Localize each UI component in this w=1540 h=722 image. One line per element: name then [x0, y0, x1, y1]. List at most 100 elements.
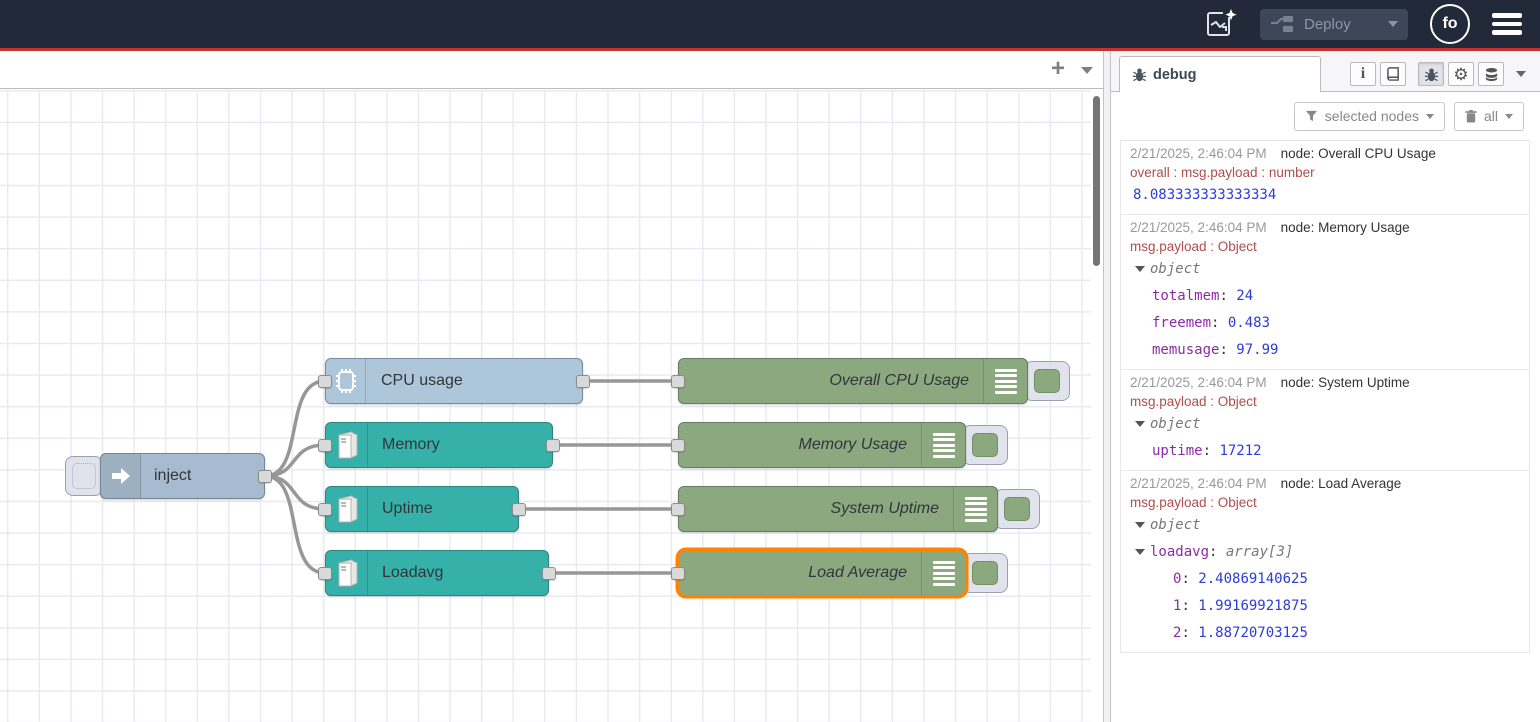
message-source-node: node: System Uptime: [1281, 373, 1410, 392]
port-out-loadavg[interactable]: [542, 567, 556, 580]
clear-messages-button[interactable]: all: [1454, 102, 1524, 131]
node-inject[interactable]: inject: [100, 453, 265, 499]
node-label: Load Average: [679, 564, 921, 582]
debug-list-icon: [983, 359, 1027, 403]
array-entry: 0: 2.40869140625: [1125, 566, 1519, 593]
help-tab-button[interactable]: [1380, 62, 1406, 86]
wire[interactable]: [265, 445, 325, 476]
deploy-dropdown-caret[interactable]: [1388, 21, 1398, 27]
node-load-average[interactable]: Load Average: [678, 550, 966, 596]
node-loadavg[interactable]: Loadavg: [325, 550, 549, 596]
message-source-node: node: Memory Usage: [1281, 218, 1410, 237]
canvas-scrollbar-track[interactable]: [1091, 90, 1103, 722]
port-in-loadavg[interactable]: [318, 567, 332, 580]
node-memory[interactable]: Memory: [325, 422, 553, 468]
tab-debug[interactable]: debug: [1119, 56, 1321, 92]
port-in-memory[interactable]: [318, 439, 332, 452]
debug-list-icon: [921, 423, 965, 467]
collapse-caret-icon[interactable]: [1135, 522, 1145, 528]
flow-canvas[interactable]: inject CPU usage: [0, 90, 1103, 722]
user-avatar[interactable]: fo: [1430, 4, 1470, 44]
port-out-memory[interactable]: [546, 439, 560, 452]
debug-toggle-overall-cpu[interactable]: [1024, 361, 1070, 401]
message-timestamp: 2/21/2025, 2:46:04 PM: [1130, 474, 1267, 493]
wire-layer: [0, 90, 1103, 722]
debug-list-icon: [921, 551, 965, 595]
debug-message[interactable]: 2/21/2025, 2:46:04 PM node: Load Average…: [1120, 471, 1530, 653]
port-in-system-uptime[interactable]: [671, 503, 685, 516]
node-label: Uptime: [368, 500, 433, 518]
header-bar: Deploy fo: [0, 0, 1540, 48]
trash-icon: [1465, 110, 1477, 123]
node-label: Overall CPU Usage: [679, 372, 983, 390]
deploy-label: Deploy: [1304, 16, 1378, 33]
flow-list-caret[interactable]: [1081, 67, 1093, 74]
port-out-cpu-usage[interactable]: [576, 375, 590, 388]
debug-message[interactable]: 2/21/2025, 2:46:04 PM node: Memory Usage…: [1120, 215, 1530, 370]
debug-message[interactable]: 2/21/2025, 2:46:04 PM node: Overall CPU …: [1120, 141, 1530, 215]
message-property-path: overall : msg.payload : number: [1125, 163, 1519, 182]
node-cpu-usage[interactable]: CPU usage: [325, 358, 583, 404]
node-overall-cpu-usage[interactable]: Overall CPU Usage: [678, 358, 1028, 404]
sidebar-menu-caret[interactable]: [1516, 71, 1526, 77]
info-icon: i: [1361, 65, 1365, 83]
add-flow-button[interactable]: +: [1051, 57, 1065, 81]
main-menu-icon[interactable]: [1492, 13, 1522, 35]
clear-caret: [1505, 114, 1513, 119]
debug-tab-button[interactable]: [1418, 62, 1444, 86]
message-property-path: msg.payload : Object: [1125, 493, 1519, 512]
node-label: System Uptime: [679, 500, 953, 518]
collapse-caret-icon[interactable]: [1135, 266, 1145, 272]
object-entry: uptime: 17212: [1125, 438, 1519, 465]
wire[interactable]: [265, 476, 325, 509]
collapse-caret-icon[interactable]: [1135, 421, 1145, 427]
context-tab-button[interactable]: [1478, 62, 1504, 86]
inject-trigger-button[interactable]: [65, 456, 103, 496]
port-in-overall-cpu-usage[interactable]: [671, 375, 685, 388]
object-entry: freemem: 0.483: [1125, 310, 1519, 337]
debug-list-icon: [953, 487, 997, 531]
object-expand-row[interactable]: object: [1125, 411, 1519, 438]
port-out-inject[interactable]: [258, 470, 272, 483]
node-memory-usage[interactable]: Memory Usage: [678, 422, 966, 468]
message-source-node: node: Load Average: [1281, 474, 1402, 493]
port-out-uptime[interactable]: [512, 503, 526, 516]
debug-message[interactable]: 2/21/2025, 2:46:04 PM node: System Uptim…: [1120, 370, 1530, 471]
object-expand-row[interactable]: object: [1125, 256, 1519, 283]
port-in-uptime[interactable]: [318, 503, 332, 516]
funnel-icon: [1305, 110, 1318, 122]
object-expand-row[interactable]: object: [1125, 512, 1519, 539]
object-entry: totalmem: 24: [1125, 283, 1519, 310]
message-value-number: 8.083333333333334: [1125, 182, 1519, 209]
node-label: CPU usage: [366, 372, 463, 390]
debug-toggle-memory-usage[interactable]: [962, 425, 1008, 465]
debug-toggle-load-average[interactable]: [962, 553, 1008, 593]
collapse-caret-icon[interactable]: [1135, 549, 1145, 555]
database-icon: [1484, 67, 1499, 82]
message-source-node: node: Overall CPU Usage: [1281, 144, 1436, 163]
flow-assistant-icon[interactable]: [1204, 8, 1238, 40]
workspace-tab-bar: +: [0, 51, 1103, 89]
port-in-cpu-usage[interactable]: [318, 375, 332, 388]
port-in-memory-usage[interactable]: [671, 439, 685, 452]
node-system-uptime[interactable]: System Uptime: [678, 486, 998, 532]
deploy-button[interactable]: Deploy: [1260, 9, 1408, 40]
canvas-scrollbar-handle[interactable]: [1093, 96, 1100, 266]
array-entry: 1: 1.99169921875: [1125, 593, 1519, 620]
message-timestamp: 2/21/2025, 2:46:04 PM: [1130, 144, 1267, 163]
inject-icon: [101, 454, 141, 498]
port-in-load-average[interactable]: [671, 567, 685, 580]
message-property-path: msg.payload : Object: [1125, 237, 1519, 256]
bug-icon: [1424, 67, 1439, 82]
server-tower-icon: [326, 487, 368, 531]
debug-message-list: 2/21/2025, 2:46:04 PM node: Overall CPU …: [1120, 140, 1530, 653]
node-uptime[interactable]: Uptime: [325, 486, 519, 532]
sidebar-divider[interactable]: [1103, 51, 1111, 722]
array-expand-row[interactable]: loadavg: array[3]: [1125, 539, 1519, 566]
filter-nodes-button[interactable]: selected nodes: [1294, 102, 1445, 131]
info-tab-button[interactable]: i: [1350, 62, 1376, 86]
debug-toggle-system-uptime[interactable]: [994, 489, 1040, 529]
wire[interactable]: [265, 476, 325, 573]
config-tab-button[interactable]: ⚙: [1448, 62, 1474, 86]
node-label: Memory Usage: [679, 436, 921, 454]
